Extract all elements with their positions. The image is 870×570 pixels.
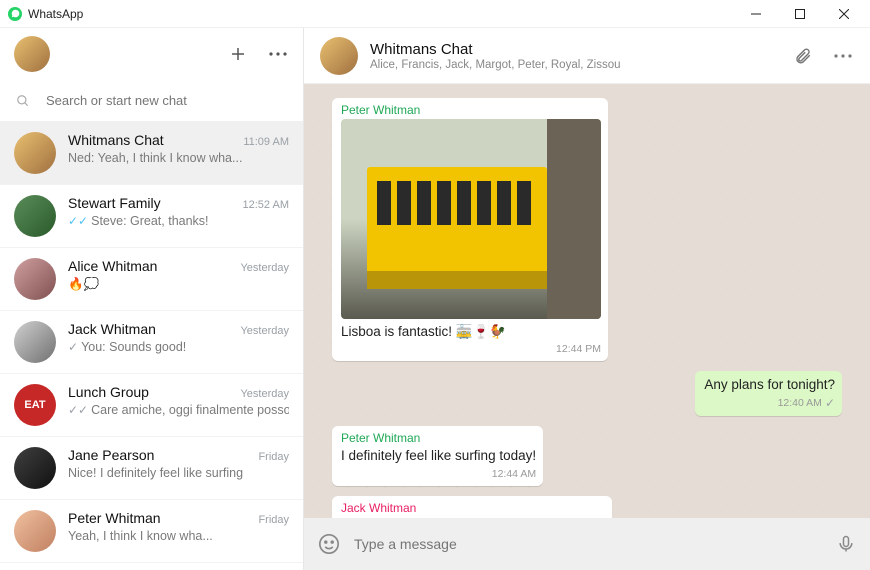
titlebar: WhatsApp — [0, 0, 870, 28]
chat-list-item[interactable]: Jack WhitmanYesterday ✓ You: Sounds good! — [0, 311, 303, 374]
chat-title: Whitmans Chat — [370, 41, 621, 58]
delivered-ticks-icon: ✓✓ — [68, 403, 88, 417]
chat-item-avatar — [14, 510, 56, 552]
search-input[interactable] — [46, 93, 287, 108]
chat-list-item[interactable]: Whitmans Chat11:09 AM Ned: Yeah, I think … — [0, 122, 303, 185]
chat-panel: Whitmans Chat Alice, Francis, Jack, Marg… — [304, 28, 870, 570]
chat-list-item[interactable]: Stewart Family12:52 AM ✓✓ Steve: Great, t… — [0, 185, 303, 248]
menu-button[interactable] — [267, 43, 289, 65]
chat-item-name: Peter Whitman — [68, 510, 258, 526]
chat-item-time: Friday — [258, 514, 289, 526]
incoming-message[interactable]: Jack WhitmanTonight is the movie night! … — [332, 496, 612, 518]
chat-item-name: Jane Pearson — [68, 447, 258, 463]
search-icon — [16, 94, 30, 108]
message-sender: Jack Whitman — [341, 501, 605, 515]
attach-button[interactable] — [792, 45, 814, 67]
chat-item-time: 12:52 AM — [243, 199, 289, 211]
chat-subtitle: Alice, Francis, Jack, Margot, Peter, Roy… — [370, 59, 621, 71]
chat-menu-button[interactable] — [832, 45, 854, 67]
read-ticks-icon: ✓✓ — [68, 214, 88, 228]
chat-list-item[interactable]: Alice WhitmanYesterday 🔥💭 — [0, 248, 303, 311]
minimize-button[interactable] — [734, 0, 778, 28]
chat-item-preview: 🔥💭 — [68, 277, 289, 292]
composer — [304, 518, 870, 570]
emoji-button[interactable] — [318, 533, 340, 555]
whatsapp-logo-icon — [8, 7, 22, 21]
chat-list-item[interactable]: Peter WhitmanFriday Yeah, I think I know … — [0, 500, 303, 563]
message-text: Lisboa is fantastic! 🚋🍷🐓 — [341, 323, 601, 341]
chat-item-avatar — [14, 321, 56, 363]
message-image[interactable] — [341, 119, 601, 319]
chat-item-name: Alice Whitman — [68, 258, 240, 274]
search-bar[interactable] — [0, 80, 303, 122]
chat-item-time: Yesterday — [240, 325, 289, 337]
chat-item-preview: Ned: Yeah, I think I know wha... — [68, 151, 289, 165]
chat-item-preview: ✓ You: Sounds good! — [68, 340, 289, 354]
chat-item-preview: ✓✓ Care amiche, oggi finalmente posso — [68, 403, 289, 417]
message-input[interactable] — [354, 536, 822, 552]
chat-item-name: Stewart Family — [68, 195, 243, 211]
message-text: I definitely feel like surfing today! — [341, 447, 536, 465]
my-avatar[interactable] — [14, 36, 50, 72]
chat-item-name: Jack Whitman — [68, 321, 240, 337]
message-sender: Peter Whitman — [341, 103, 601, 117]
message-time: 12:40 AM ✓ — [704, 396, 835, 410]
sidebar: Whitmans Chat11:09 AM Ned: Yeah, I think … — [0, 28, 304, 570]
chat-header: Whitmans Chat Alice, Francis, Jack, Marg… — [304, 28, 870, 84]
chat-item-avatar — [14, 195, 56, 237]
chat-item-avatar — [14, 447, 56, 489]
chat-item-time: 11:09 AM — [243, 136, 289, 148]
chat-item-time: Friday — [258, 451, 289, 463]
sent-tick-icon: ✓ — [825, 396, 835, 410]
outgoing-message[interactable]: Any plans for tonight? 12:40 AM ✓ — [695, 371, 842, 416]
chat-item-name: Whitmans Chat — [68, 132, 243, 148]
app-title: WhatsApp — [28, 7, 83, 21]
chat-item-avatar — [14, 258, 56, 300]
incoming-message[interactable]: Peter Whitman I definitely feel like surf… — [332, 426, 543, 485]
chat-list: Whitmans Chat11:09 AM Ned: Yeah, I think … — [0, 122, 303, 570]
chat-item-preview: Nice! I definitely feel like surfing — [68, 466, 289, 480]
chat-list-item[interactable]: EAT Lunch GroupYesterday ✓✓ Care amiche, o… — [0, 374, 303, 437]
sidebar-header — [0, 28, 303, 80]
message-text: Any plans for tonight? — [704, 376, 835, 394]
chat-list-item[interactable]: Stewart FamilyFridaySteve: Great thanks! — [0, 563, 303, 570]
chat-item-avatar — [14, 132, 56, 174]
close-button[interactable] — [822, 0, 866, 28]
maximize-button[interactable] — [778, 0, 822, 28]
chat-item-avatar: EAT — [14, 384, 56, 426]
chat-avatar[interactable] — [320, 37, 358, 75]
sent-tick-icon: ✓ — [68, 340, 78, 354]
messages-area: Peter Whitman Lisboa is fantastic! 🚋🍷🐓 12:… — [304, 84, 870, 518]
chat-item-time: Yesterday — [240, 262, 289, 274]
message-time: 12:44 AM — [341, 468, 536, 480]
chat-list-item[interactable]: Jane PearsonFriday Nice! I definitely fee… — [0, 437, 303, 500]
chat-item-name: Lunch Group — [68, 384, 240, 400]
chat-item-time: Yesterday — [240, 388, 289, 400]
new-chat-button[interactable] — [227, 43, 249, 65]
message-sender: Peter Whitman — [341, 431, 536, 445]
incoming-message[interactable]: Peter Whitman Lisboa is fantastic! 🚋🍷🐓 12:… — [332, 98, 608, 361]
chat-item-preview: ✓✓ Steve: Great, thanks! — [68, 214, 289, 228]
voice-button[interactable] — [836, 534, 856, 554]
chat-item-preview: Yeah, I think I know wha... — [68, 529, 289, 543]
message-time: 12:44 PM — [341, 343, 601, 355]
